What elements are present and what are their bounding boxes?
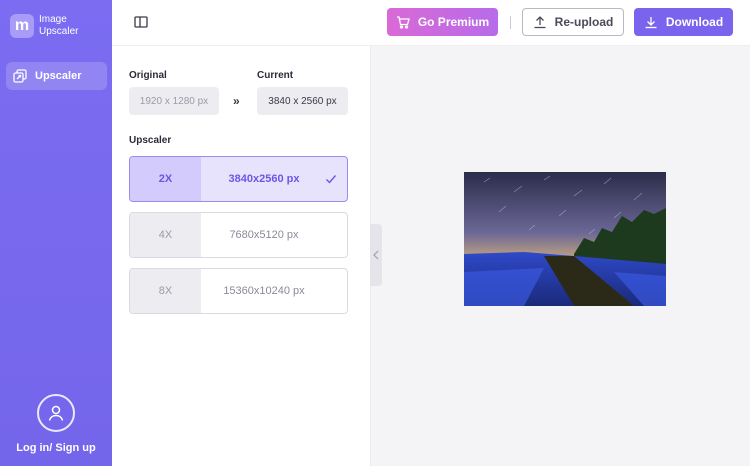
- app-name-line1: Image: [39, 14, 67, 25]
- download-icon: [645, 17, 657, 29]
- app-name-line2: Upscaler: [39, 26, 79, 37]
- scale-option-8x[interactable]: 8X 15360x10240 px: [129, 268, 348, 314]
- scale-factor: 2X: [130, 157, 201, 201]
- download-button[interactable]: Download: [634, 8, 733, 36]
- sidebar-item-label: Upscaler: [35, 70, 82, 82]
- scale-factor: 4X: [130, 213, 201, 257]
- original-label: Original: [129, 70, 167, 81]
- login-signup-link[interactable]: Log in/ Sign up: [0, 442, 112, 454]
- arrow-right-icon: »: [233, 94, 240, 108]
- app-logo[interactable]: m Image Upscaler: [10, 14, 78, 38]
- scale-resolution: 15360x10240 px: [223, 285, 305, 297]
- go-premium-label: Go Premium: [417, 15, 490, 29]
- sidebar-item-upscaler[interactable]: Upscaler: [6, 62, 107, 90]
- reupload-label: Re-upload: [554, 15, 614, 29]
- current-size-value: 3840 x 2560 px: [257, 87, 348, 115]
- user-icon: [48, 405, 64, 421]
- original-size-value: 1920 x 1280 px: [129, 87, 219, 115]
- image-preview-area: [370, 46, 750, 466]
- download-label: Download: [665, 15, 724, 29]
- user-avatar[interactable]: [37, 394, 75, 432]
- check-icon: [326, 175, 337, 184]
- scale-option-4x[interactable]: 4X 7680x5120 px: [129, 212, 348, 258]
- sidebar: m Image Upscaler Upscaler Log in/ Sign u…: [0, 0, 112, 466]
- upscaler-label: Upscaler: [129, 135, 172, 146]
- scale-factor: 8X: [130, 269, 201, 313]
- top-toolbar: Go Premium Re-upload Download: [112, 0, 750, 46]
- scale-option-2x[interactable]: 2X 3840x2560 px: [129, 156, 348, 202]
- settings-panel: Original Current 1920 x 1280 px » 3840 x…: [112, 46, 370, 466]
- upscale-icon: [13, 69, 27, 83]
- scale-resolution: 7680x5120 px: [229, 229, 299, 241]
- sidebar-toggle-icon[interactable]: [134, 16, 148, 28]
- toolbar-divider: [510, 16, 511, 29]
- preview-image: [464, 172, 666, 306]
- reupload-button[interactable]: Re-upload: [522, 8, 624, 36]
- app-name: Image Upscaler: [39, 14, 78, 38]
- current-label: Current: [257, 70, 294, 81]
- cart-icon: [396, 16, 410, 29]
- collapse-panel-handle[interactable]: [370, 224, 382, 286]
- preview-photo-graphic: [464, 172, 666, 306]
- chevron-left-icon: [373, 250, 379, 260]
- go-premium-button[interactable]: Go Premium: [387, 8, 498, 36]
- logo-icon: m: [10, 14, 34, 38]
- upload-icon: [534, 16, 546, 29]
